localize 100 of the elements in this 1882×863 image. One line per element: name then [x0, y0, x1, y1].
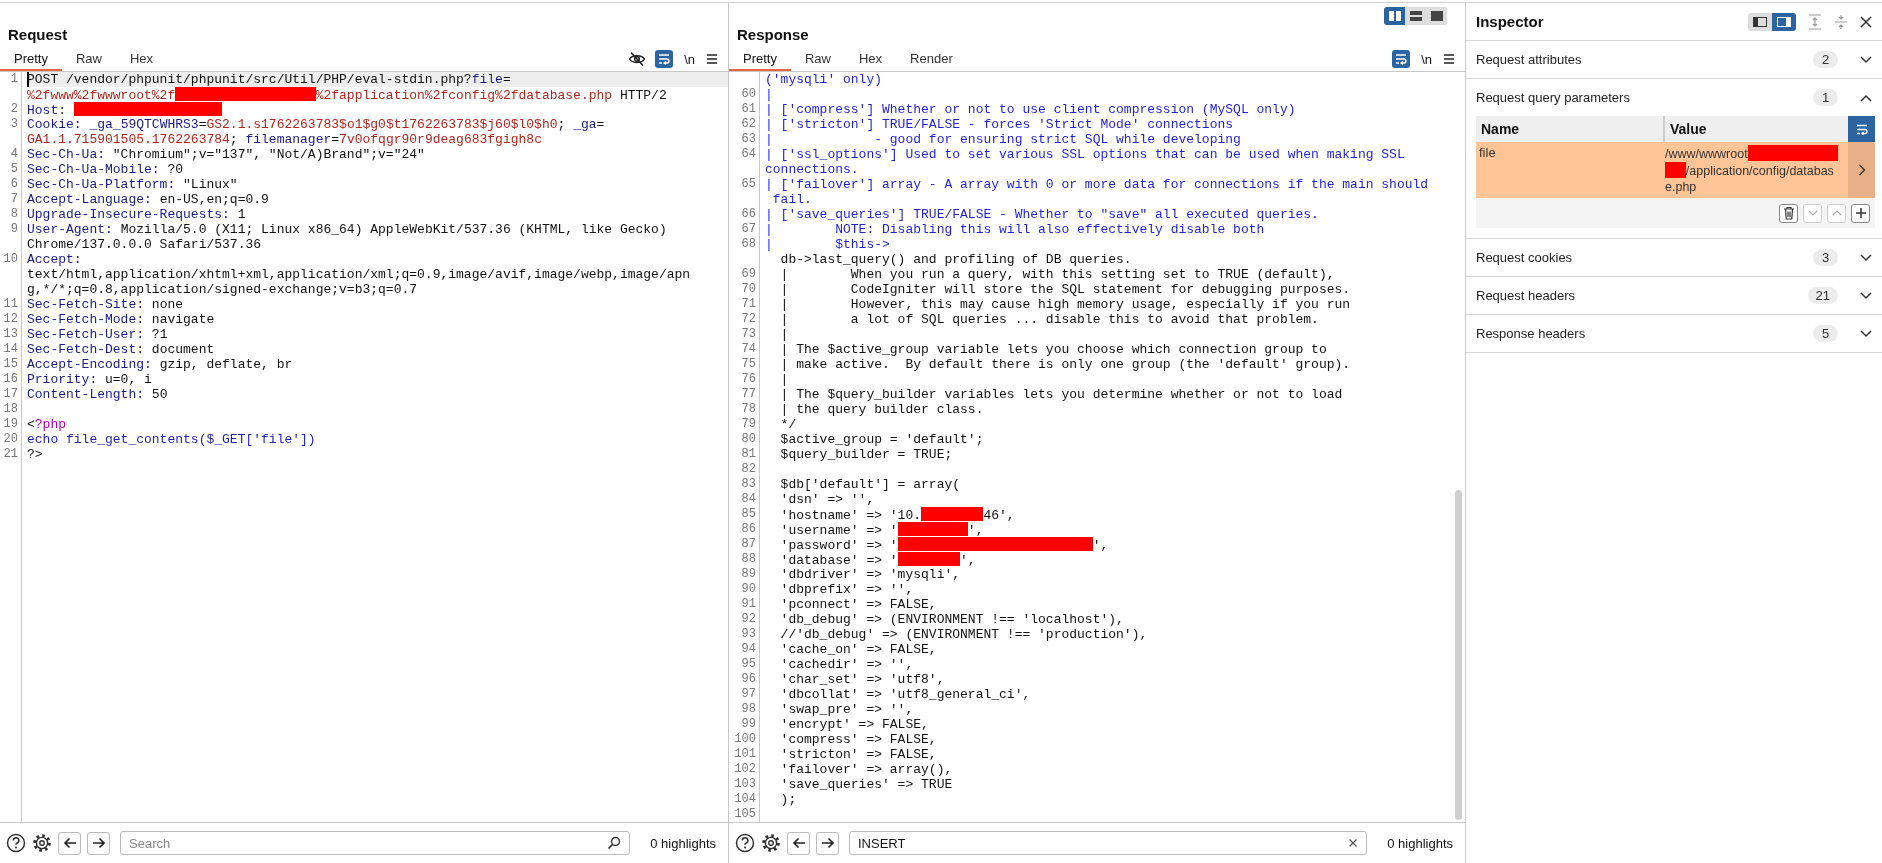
section-title[interactable]: Request cookies	[1476, 250, 1573, 265]
chevron-right-icon[interactable]	[1857, 164, 1866, 176]
code-text: 46',	[983, 508, 1015, 523]
highlight-count: 0 highlights	[1387, 835, 1453, 851]
line-number: 1	[9, 72, 19, 87]
count-badge: 5	[1813, 325, 1838, 342]
code-line: ('mysqli' only)	[765, 72, 884, 87]
menu-icon[interactable]	[706, 53, 718, 65]
redaction-mark	[921, 507, 984, 521]
delete-button[interactable]	[1779, 203, 1798, 223]
code-line: 'failover' => array(),	[779, 762, 954, 777]
code-line: //'db_debug' => (ENVIRONMENT !== 'production'),	[779, 627, 1149, 642]
code-line: $active_group = 'default';	[779, 432, 985, 447]
tab[interactable]: Raw	[790, 47, 845, 71]
line-number: 92	[740, 612, 757, 627]
layout-toggle[interactable]	[1384, 7, 1405, 25]
wrap-lines-icon[interactable]	[655, 50, 674, 68]
line-number: 81	[740, 447, 757, 462]
code-line: */	[779, 417, 798, 432]
scrollbar-thumb[interactable]	[1455, 490, 1462, 820]
line-number: 15	[2, 357, 19, 372]
line-number: 91	[740, 597, 757, 612]
line-number: 70	[740, 282, 757, 297]
help-icon[interactable]	[735, 833, 755, 853]
tab[interactable]: Raw	[61, 47, 116, 71]
code-line: 'cache_on' => FALSE,	[779, 642, 938, 657]
menu-icon[interactable]	[1443, 53, 1455, 65]
help-icon[interactable]	[6, 833, 26, 853]
search-field[interactable]: Search	[120, 831, 631, 855]
code-line: $db['default'] = array(	[779, 477, 962, 492]
code-line: Content-Length: 50	[27, 387, 169, 402]
line-number: 85	[740, 507, 757, 522]
search-field[interactable]: INSERT	[849, 831, 1368, 855]
section-title[interactable]: Request headers	[1476, 288, 1575, 303]
cell-text: /www/wwwroot	[1665, 146, 1748, 162]
view-toggle[interactable]	[1772, 12, 1796, 31]
line-number: 105	[733, 807, 757, 822]
newline-toggle[interactable]: \n	[682, 51, 697, 67]
wrap-lines-button[interactable]	[1848, 116, 1875, 142]
close-icon[interactable]	[1860, 15, 1872, 28]
code-line: Upgrade-Insecure-Requests: 1	[27, 207, 247, 222]
code-line: Chrome/137.0.0.0 Safari/537.36	[27, 237, 263, 252]
line-number: 13	[2, 327, 19, 342]
code-line: Sec-Fetch-Mode: navigate	[27, 312, 216, 327]
code-line: | ['failover'] array - A array with 0 or more data for connections if the main should	[765, 177, 1430, 192]
code-line: 'compress' => FALSE,	[779, 732, 938, 747]
code-line: ?>	[27, 447, 44, 462]
chevron-down-icon[interactable]	[1860, 291, 1872, 300]
newline-toggle[interactable]: \n	[1419, 51, 1434, 67]
code-text: ',	[960, 553, 976, 568]
line-number: 75	[740, 357, 757, 372]
table-cell[interactable]: file	[1476, 142, 1663, 198]
count-badge: 1	[1813, 89, 1838, 106]
tab[interactable]: Hex	[845, 47, 897, 71]
settings-icon[interactable]	[761, 833, 781, 853]
section-title[interactable]: Request attributes	[1476, 52, 1582, 67]
chevron-up-icon[interactable]	[1860, 93, 1872, 102]
line-number: 64	[740, 147, 757, 162]
code-line: |	[765, 87, 774, 102]
chevron-down-icon[interactable]	[1860, 329, 1872, 338]
settings-icon[interactable]	[32, 833, 52, 853]
chevron-down-icon[interactable]	[1860, 55, 1872, 64]
back-button[interactable]	[58, 831, 81, 855]
search-icon[interactable]	[607, 836, 622, 850]
collapse-all-icon[interactable]	[1834, 13, 1848, 30]
code-text: 'database' => '	[779, 553, 898, 568]
expand-all-icon[interactable]	[1808, 13, 1822, 30]
line-number: 83	[740, 477, 757, 492]
code-line: Accept-Language: en-US,en;q=0.9	[27, 192, 270, 207]
back-button[interactable]	[787, 831, 810, 855]
code-line: text/html,application/xhtml+xml,application/xml;q=0.9,image/avif,image/webp,image/apn	[27, 267, 692, 282]
panel-title: Request	[8, 26, 68, 43]
section-title[interactable]: Request query parameters	[1476, 90, 1630, 105]
panel-title: Inspector	[1476, 13, 1544, 30]
line-number: 98	[740, 702, 757, 717]
eye-slash-icon[interactable]	[628, 51, 647, 67]
add-button[interactable]	[1851, 203, 1870, 223]
section-title[interactable]: Response headers	[1476, 326, 1586, 341]
line-number: 67	[740, 222, 757, 237]
line-number: 78	[740, 402, 757, 417]
clear-icon[interactable]	[1348, 838, 1359, 848]
wrap-lines-icon[interactable]	[1392, 50, 1411, 68]
tab[interactable]: Render	[896, 47, 967, 71]
line-number: 89	[740, 567, 757, 582]
chevron-down-icon[interactable]	[1860, 253, 1872, 262]
forward-button[interactable]	[87, 831, 110, 855]
sidebar-left-icon	[1753, 16, 1767, 27]
tab[interactable]: Pretty	[729, 47, 791, 71]
code-line: | ['stricton'] TRUE/FALSE - forces 'Strict Mode' connections	[765, 117, 1235, 132]
line-number: 71	[740, 297, 757, 312]
line-number: 80	[740, 432, 757, 447]
line-number: 87	[740, 537, 757, 552]
forward-button[interactable]	[816, 831, 839, 855]
code-line: Sec-Ch-Ua-Platform: "Linux"	[27, 177, 239, 192]
view-toggle[interactable]	[1748, 12, 1772, 31]
line-number: 18	[2, 402, 19, 417]
code-line: 'dbdriver' => 'mysqli',	[779, 567, 962, 582]
line-number: 104	[733, 792, 757, 807]
tab[interactable]: Hex	[116, 47, 168, 71]
line-number: 21	[2, 447, 19, 462]
